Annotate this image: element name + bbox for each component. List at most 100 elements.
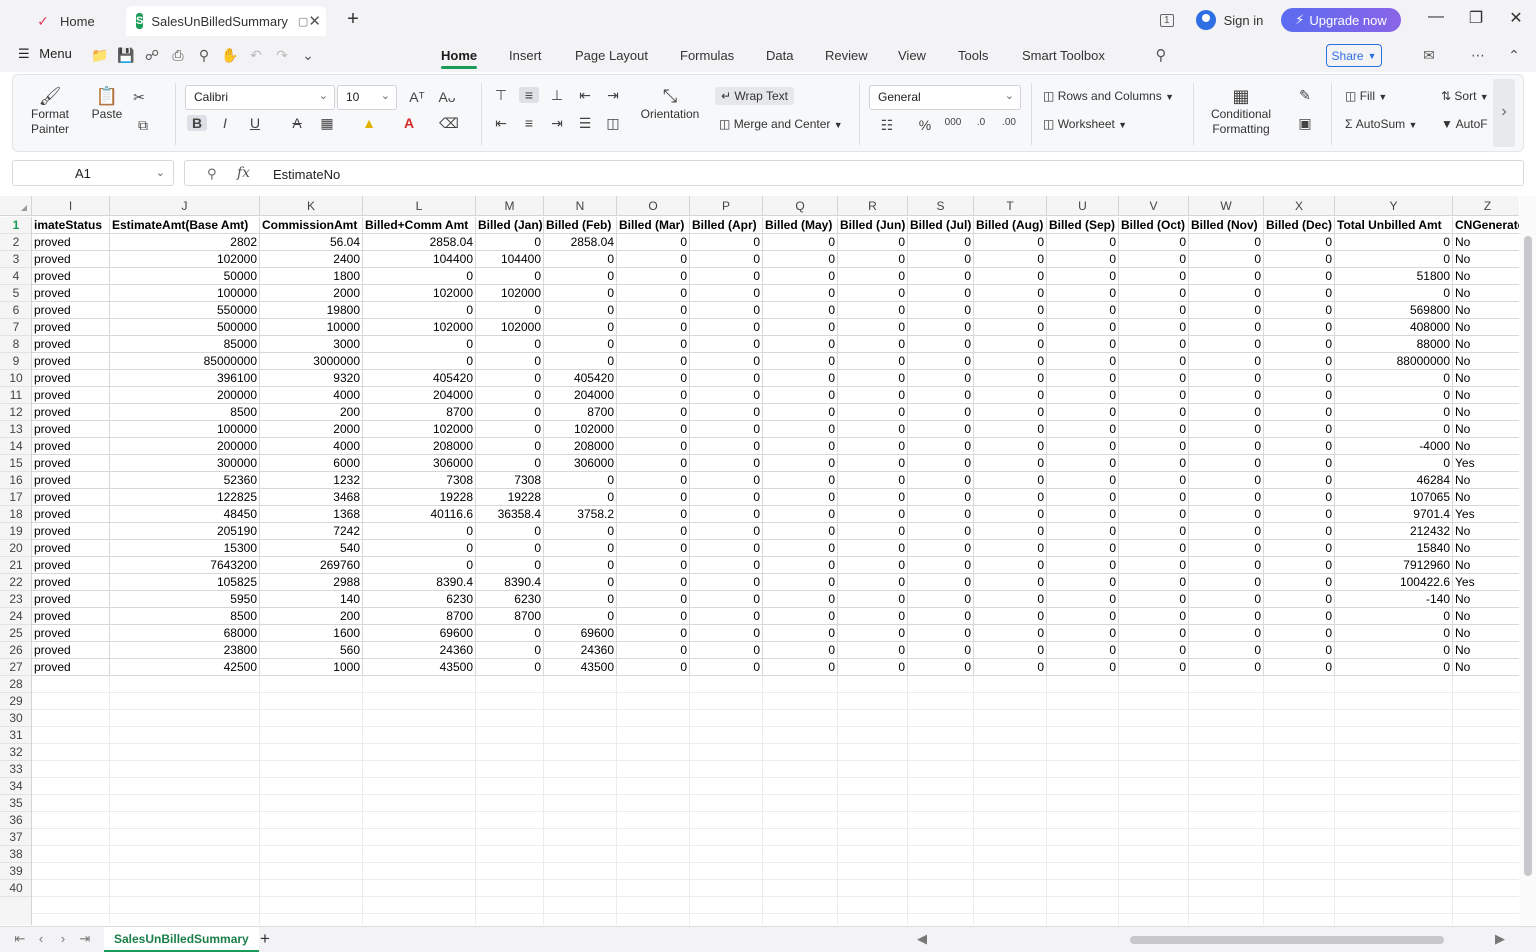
- table-cell[interactable]: 0: [617, 557, 690, 574]
- tab-ribbon-formulas[interactable]: Formulas: [680, 48, 734, 63]
- column-header-j[interactable]: J: [110, 196, 260, 215]
- empty-cell[interactable]: [544, 880, 617, 897]
- table-cell[interactable]: proved: [32, 421, 110, 438]
- empty-cell[interactable]: [544, 744, 617, 761]
- table-cell[interactable]: 0: [1047, 642, 1119, 659]
- print-preview-icon[interactable]: ⚲: [195, 47, 213, 64]
- table-cell[interactable]: 0: [838, 370, 908, 387]
- table-cell[interactable]: 0: [763, 285, 838, 302]
- save-icon[interactable]: 💾: [117, 47, 135, 64]
- empty-cell[interactable]: [1047, 744, 1119, 761]
- table-cell[interactable]: 0: [1119, 336, 1189, 353]
- tab-ribbon-smart-toolbox[interactable]: Smart Toolbox: [1022, 48, 1105, 63]
- table-cell[interactable]: 0: [690, 659, 763, 676]
- empty-cell[interactable]: [1047, 795, 1119, 812]
- table-cell[interactable]: 0: [544, 540, 617, 557]
- table-cell[interactable]: 0: [1047, 421, 1119, 438]
- table-cell[interactable]: 0: [763, 234, 838, 251]
- comment-icon[interactable]: ✉: [1420, 47, 1438, 64]
- table-cell[interactable]: 1232: [260, 472, 363, 489]
- table-cell[interactable]: 0: [1189, 591, 1264, 608]
- table-cell[interactable]: 0: [544, 574, 617, 591]
- empty-cell[interactable]: [617, 829, 690, 846]
- row-header[interactable]: 6: [0, 302, 31, 319]
- table-cell[interactable]: 0: [690, 438, 763, 455]
- row-header[interactable]: 11: [0, 387, 31, 404]
- table-cell[interactable]: 0: [974, 251, 1047, 268]
- empty-cell[interactable]: [1047, 676, 1119, 693]
- empty-cell[interactable]: [838, 676, 908, 693]
- empty-cell[interactable]: [1335, 880, 1453, 897]
- table-cell[interactable]: 269760: [260, 557, 363, 574]
- table-cell[interactable]: 0: [1264, 268, 1335, 285]
- table-cell[interactable]: 0: [838, 302, 908, 319]
- sort-button[interactable]: ⇅ Sort ▼: [1441, 89, 1489, 103]
- header-cell[interactable]: Billed (Nov): [1189, 217, 1264, 234]
- table-cell[interactable]: No: [1453, 370, 1519, 387]
- empty-cell[interactable]: [1264, 846, 1335, 863]
- empty-cell[interactable]: [1189, 744, 1264, 761]
- increase-font-icon[interactable]: Aᵀ: [407, 89, 427, 105]
- table-cell[interactable]: 0: [1047, 370, 1119, 387]
- table-cell[interactable]: 0: [1335, 455, 1453, 472]
- table-cell[interactable]: 0: [974, 336, 1047, 353]
- table-cell[interactable]: 306000: [363, 455, 476, 472]
- table-cell[interactable]: 0: [974, 625, 1047, 642]
- table-cell[interactable]: 0: [690, 234, 763, 251]
- table-cell[interactable]: 100000: [110, 285, 260, 302]
- column-header-m[interactable]: M: [476, 196, 544, 215]
- table-cell[interactable]: 0: [544, 523, 617, 540]
- table-cell[interactable]: 7643200: [110, 557, 260, 574]
- table-cell[interactable]: 0: [974, 523, 1047, 540]
- table-cell[interactable]: 200: [260, 608, 363, 625]
- table-cell[interactable]: 0: [690, 608, 763, 625]
- table-cell[interactable]: -4000: [1335, 438, 1453, 455]
- empty-cell[interactable]: [1264, 812, 1335, 829]
- table-cell[interactable]: proved: [32, 608, 110, 625]
- table-cell[interactable]: No: [1453, 523, 1519, 540]
- table-cell[interactable]: 0: [1335, 625, 1453, 642]
- table-cell[interactable]: 1600: [260, 625, 363, 642]
- table-cell[interactable]: 0: [1047, 319, 1119, 336]
- borders-icon[interactable]: ▦: [317, 115, 337, 132]
- empty-cell[interactable]: [1189, 795, 1264, 812]
- row-header[interactable]: 22: [0, 574, 31, 591]
- table-cell[interactable]: 0: [1189, 336, 1264, 353]
- align-left-icon[interactable]: ⇤: [491, 115, 511, 132]
- table-cell[interactable]: 0: [763, 540, 838, 557]
- empty-cell[interactable]: [544, 897, 617, 914]
- table-cell[interactable]: 0: [1119, 642, 1189, 659]
- header-cell[interactable]: Billed (May): [763, 217, 838, 234]
- table-cell[interactable]: 23800: [110, 642, 260, 659]
- table-cell[interactable]: 0: [617, 591, 690, 608]
- empty-cell[interactable]: [260, 761, 363, 778]
- table-cell[interactable]: 0: [763, 353, 838, 370]
- table-cell[interactable]: 36358.4: [476, 506, 544, 523]
- row-header[interactable]: 4: [0, 268, 31, 285]
- empty-cell[interactable]: [32, 812, 110, 829]
- table-cell[interactable]: 0: [617, 302, 690, 319]
- empty-cell[interactable]: [838, 693, 908, 710]
- table-cell[interactable]: 19800: [260, 302, 363, 319]
- table-cell[interactable]: 200000: [110, 387, 260, 404]
- header-cell[interactable]: Billed (Sep): [1047, 217, 1119, 234]
- table-cell[interactable]: 0: [1264, 319, 1335, 336]
- table-cell[interactable]: 0: [476, 302, 544, 319]
- empty-cell[interactable]: [1453, 880, 1519, 897]
- currency-icon[interactable]: ☷: [877, 117, 897, 134]
- table-cell[interactable]: 0: [763, 523, 838, 540]
- table-cell[interactable]: No: [1453, 319, 1519, 336]
- table-cell[interactable]: 0: [1189, 659, 1264, 676]
- table-cell[interactable]: 0: [544, 557, 617, 574]
- row-header[interactable]: 1: [0, 217, 31, 234]
- table-cell[interactable]: 6000: [260, 455, 363, 472]
- empty-cell[interactable]: [260, 744, 363, 761]
- rows-columns-button[interactable]: ◫ Rows and Columns ▼: [1043, 89, 1174, 103]
- empty-cell[interactable]: [1264, 744, 1335, 761]
- table-cell[interactable]: 0: [974, 268, 1047, 285]
- empty-cell[interactable]: [763, 863, 838, 880]
- empty-cell[interactable]: [110, 863, 260, 880]
- table-cell[interactable]: 0: [1047, 472, 1119, 489]
- table-cell[interactable]: 0: [908, 387, 974, 404]
- table-cell[interactable]: 0: [908, 438, 974, 455]
